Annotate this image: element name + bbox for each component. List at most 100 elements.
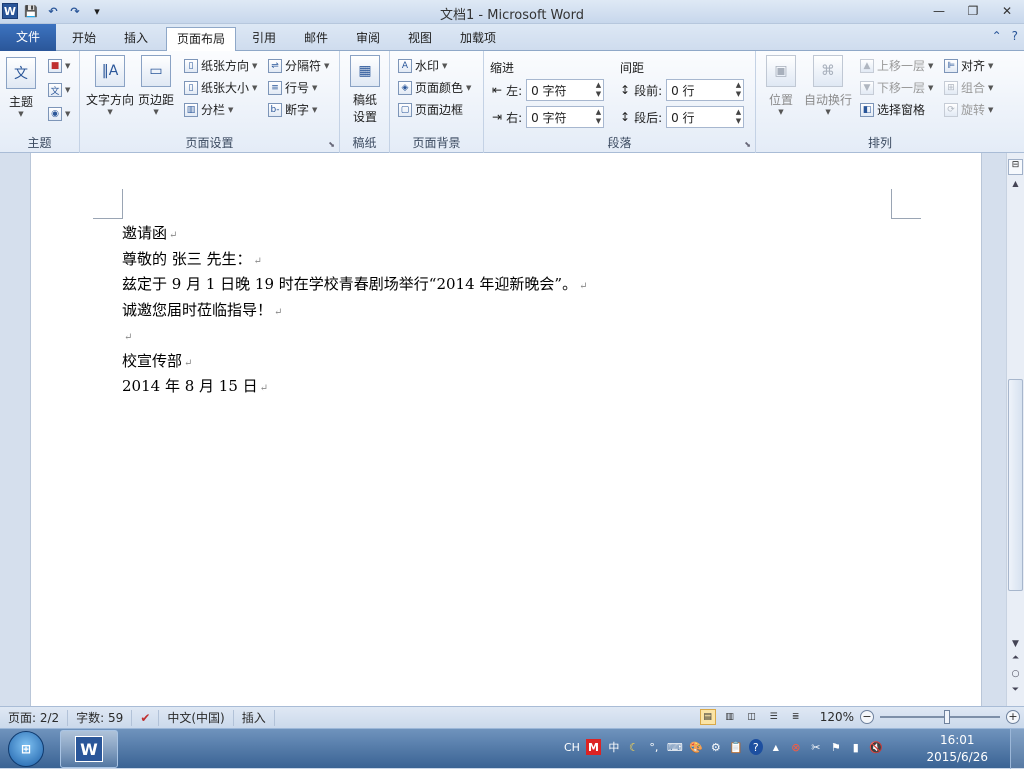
scroll-down-icon[interactable]: ▼ (1007, 639, 1024, 649)
minimize-button[interactable]: — (922, 0, 956, 22)
web-layout-icon[interactable]: ◫ (744, 709, 760, 725)
size-button[interactable]: ▯ 纸张大小 ▼ (184, 79, 257, 96)
tab-insert[interactable]: 插入 (114, 27, 158, 51)
draft-view-icon[interactable]: ≣ (788, 709, 804, 725)
show-desktop-button[interactable] (1010, 729, 1024, 769)
print-layout-view-icon[interactable]: ▤ (699, 709, 716, 725)
vertical-scrollbar[interactable]: ⊟ ▲ ▼ ⏶ ○ ⏷ (1006, 153, 1024, 706)
full-screen-reading-icon[interactable]: ▥ (722, 709, 738, 725)
tab-mailings[interactable]: 邮件 (294, 27, 338, 51)
position-button[interactable]: ▣ 位置 ▼ (766, 55, 796, 116)
document-line[interactable]: ↵ (122, 323, 882, 349)
page-borders-button[interactable]: ▢ 页面边框 (398, 101, 463, 118)
group-button[interactable]: ⊞ 组合 ▼ (944, 79, 993, 96)
status-insert-mode[interactable]: 插入 (234, 709, 275, 726)
tab-file[interactable]: 文件 (0, 24, 56, 51)
status-word-count[interactable]: 字数: 59 (68, 709, 133, 726)
scroll-up-icon[interactable]: ▲ (1007, 179, 1024, 195)
next-page-icon[interactable]: ⏷ (1007, 685, 1024, 695)
zoom-level[interactable]: 120% (820, 710, 854, 724)
hyphenation-button[interactable]: b- 断字 ▼ (268, 101, 317, 118)
moon-icon[interactable]: ☾ (627, 739, 641, 755)
document-line[interactable]: 诚邀您届时莅临指导！ ↵ (122, 298, 882, 324)
skin-icon[interactable]: 🎨 (689, 739, 703, 755)
start-button[interactable]: ⊞ (8, 731, 44, 767)
scroll-thumb[interactable] (1008, 379, 1023, 591)
ime-m-icon[interactable]: M (585, 739, 601, 755)
previous-page-icon[interactable]: ⏶ (1007, 653, 1024, 663)
ime-chinese-icon[interactable]: 中 (607, 739, 621, 755)
document-line[interactable]: 校宣传部 ↵ (122, 349, 882, 375)
restore-button[interactable]: ❐ (956, 0, 990, 22)
indent-right-input[interactable]: 0 字符 ▲ ▼ (526, 106, 605, 128)
minimize-ribbon-icon[interactable]: ⌃ (992, 29, 1002, 43)
clipboard-icon[interactable]: 📋 (729, 739, 743, 755)
tab-addins[interactable]: 加载项 (450, 27, 506, 51)
tab-home[interactable]: 开始 (62, 27, 106, 51)
line-numbers-button[interactable]: ≡ 行号 ▼ (268, 79, 317, 96)
tab-review[interactable]: 审阅 (346, 27, 390, 51)
browse-object-icon[interactable]: ○ (1007, 669, 1024, 679)
document-line[interactable]: 2014 年 8 月 15 日 ↵ (122, 374, 882, 400)
theme-fonts-button[interactable]: 文 ▼ (48, 83, 70, 97)
zoom-out-button[interactable]: − (860, 710, 874, 724)
manuscript-settings-button[interactable]: ▦ 稿纸 设置 (350, 55, 380, 125)
status-page[interactable]: 页面: 2/2 (0, 709, 69, 726)
orientation-button[interactable]: ▯ 纸张方向 ▼ (184, 57, 257, 74)
spacing-after-input[interactable]: 0 行 ▲ ▼ (666, 106, 745, 128)
tools-icon[interactable]: ⚙ (709, 739, 723, 755)
network-signal-icon[interactable]: ▮ (849, 739, 863, 755)
breaks-button[interactable]: ⇌ 分隔符 ▼ (268, 57, 329, 74)
watermark-button[interactable]: A 水印 ▼ (398, 57, 447, 74)
wrap-text-button[interactable]: ⌘ 自动换行 ▼ (804, 55, 852, 116)
tab-page-layout[interactable]: 页面布局 (166, 27, 237, 52)
bring-forward-button[interactable]: ▲ 上移一层 ▼ (860, 57, 933, 74)
document-line[interactable]: 邀请函 ↵ (122, 221, 882, 247)
indent-right-spinner-icon[interactable]: ▲ ▼ (596, 108, 601, 126)
theme-effects-button[interactable]: ◉ ▼ (48, 107, 70, 121)
page-setup-launcher-icon[interactable]: ⬊ (328, 140, 335, 149)
status-language[interactable]: 中文(中国) (159, 709, 234, 726)
indent-left-input[interactable]: 0 字符 ▲ ▼ (526, 79, 605, 101)
document-line[interactable]: 兹定于 9 月 1 日晚 19 时在学校青春剧场举行“2014 年迎新晚会”。 ↵ (122, 272, 882, 298)
theme-colors-button[interactable]: ■ ▼ (48, 59, 70, 73)
input-language[interactable]: CH (564, 739, 580, 755)
text-direction-button[interactable]: ‖A 文字方向 ▼ (86, 55, 134, 116)
stop-icon[interactable]: ⊗ (789, 739, 803, 755)
indent-left-spinner-icon[interactable]: ▲ ▼ (596, 81, 601, 99)
help-icon[interactable]: ? (1012, 29, 1018, 43)
taskbar-clock[interactable]: 16:01 2015/6/26 (926, 732, 988, 766)
outline-view-icon[interactable]: ☰ (766, 709, 782, 725)
ruler-toggle-icon[interactable]: ⊟ (1008, 159, 1023, 175)
tab-view[interactable]: 视图 (398, 27, 442, 51)
proofing-icon[interactable]: ✔ (132, 709, 160, 726)
page-color-button[interactable]: ◈ 页面颜色 ▼ (398, 79, 471, 96)
tool2-icon[interactable]: ✂ (809, 739, 823, 755)
zoom-slider[interactable] (880, 710, 1000, 724)
zoom-slider-knob[interactable] (944, 710, 950, 724)
rotate-button[interactable]: ⟳ 旋转 ▼ (944, 101, 993, 118)
send-backward-button[interactable]: ▼ 下移一层 ▼ (860, 79, 933, 96)
zoom-in-button[interactable]: + (1006, 710, 1020, 724)
spacing-before-spinner-icon[interactable]: ▲ ▼ (736, 81, 741, 99)
columns-button[interactable]: ▥ 分栏 ▼ (184, 101, 233, 118)
close-button[interactable]: ✕ (990, 0, 1024, 22)
document-page[interactable]: 邀请函 ↵ 尊敬的 张三 先生： ↵ 兹定于 9 月 1 日晚 19 时在学校青春剧场举… (30, 153, 982, 706)
margins-button[interactable]: ▭ 页边距 ▼ (138, 55, 174, 116)
taskbar-word-button[interactable]: W (60, 730, 118, 768)
spacing-before-input[interactable]: 0 行 ▲ ▼ (666, 79, 745, 101)
align-button[interactable]: ⊫ 对齐 ▼ (944, 57, 993, 74)
keyboard-icon[interactable]: ⌨ (667, 739, 683, 755)
punctuation-icon[interactable]: °, (647, 739, 661, 755)
selection-pane-button[interactable]: ◧ 选择窗格 (860, 101, 925, 118)
show-hidden-icons-icon[interactable]: ▲ (769, 739, 783, 755)
spacing-after-spinner-icon[interactable]: ▲ ▼ (736, 108, 741, 126)
help-tray-icon[interactable]: ? (748, 739, 763, 755)
document-body[interactable]: 邀请函 ↵ 尊敬的 张三 先生： ↵ 兹定于 9 月 1 日晚 19 时在学校青春剧场举… (122, 221, 882, 400)
tab-references[interactable]: 引用 (242, 27, 286, 51)
theme-button[interactable]: 文 主题 ▼ (6, 57, 36, 118)
paragraph-launcher-icon[interactable]: ⬊ (744, 140, 751, 149)
action-center-flag-icon[interactable]: ⚑ (829, 739, 843, 755)
document-line[interactable]: 尊敬的 张三 先生： ↵ (122, 247, 882, 273)
volume-muted-icon[interactable]: 🔇 (869, 739, 883, 755)
